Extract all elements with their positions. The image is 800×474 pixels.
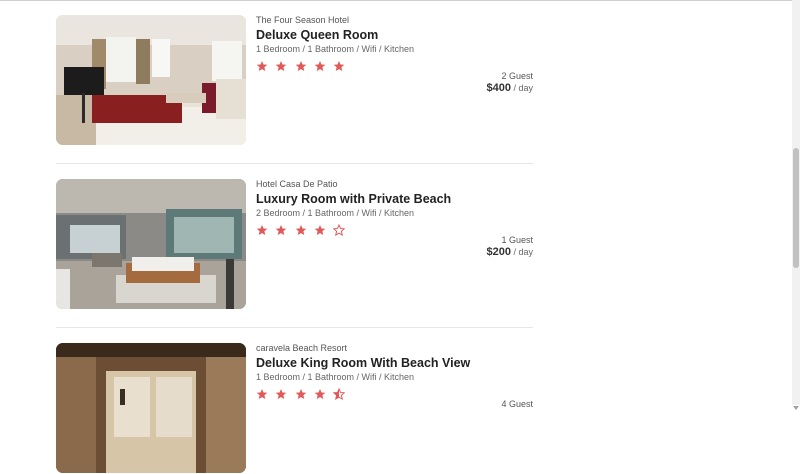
star-icon bbox=[275, 60, 287, 72]
listing-card[interactable]: caravela Beach Resort Deluxe King Room W… bbox=[56, 343, 533, 474]
vertical-scrollbar[interactable] bbox=[792, 0, 800, 410]
star-icon bbox=[314, 60, 326, 72]
star-icon bbox=[333, 60, 345, 72]
room-amenities: 1 Bedroom / 1 Bathroom / Wifi / Kitchen bbox=[256, 44, 415, 54]
star-icon bbox=[314, 224, 326, 236]
star-icon bbox=[275, 388, 287, 400]
price-unit: / day bbox=[513, 83, 533, 93]
hotel-name: The Four Season Hotel bbox=[256, 15, 350, 25]
room-amenities: 2 Bedroom / 1 Bathroom / Wifi / Kitchen bbox=[256, 208, 415, 218]
listing-card[interactable]: The Four Season Hotel Deluxe Queen Room … bbox=[56, 15, 533, 146]
room-photo[interactable] bbox=[56, 15, 246, 145]
listing-divider bbox=[56, 163, 533, 164]
room-title[interactable]: Deluxe King Room With Beach View bbox=[256, 356, 533, 371]
room-amenities: 1 Bedroom / 1 Bathroom / Wifi / Kitchen bbox=[256, 372, 415, 382]
scrollbar-thumb[interactable] bbox=[793, 148, 799, 268]
star-outline-icon bbox=[333, 224, 346, 236]
hotel-name: Hotel Casa De Patio bbox=[256, 179, 338, 189]
star-icon bbox=[295, 388, 307, 400]
room-photo[interactable] bbox=[56, 343, 246, 473]
star-icon bbox=[256, 60, 268, 72]
scroll-down-arrow-icon[interactable] bbox=[793, 398, 799, 410]
listing-divider bbox=[56, 327, 533, 328]
price-per-day: $400 / day bbox=[486, 82, 533, 94]
star-icon bbox=[256, 224, 268, 236]
star-icon bbox=[256, 388, 268, 400]
top-border bbox=[0, 0, 792, 1]
room-photo[interactable] bbox=[56, 179, 246, 309]
rating-stars bbox=[256, 224, 533, 236]
rating-stars bbox=[256, 60, 533, 72]
star-icon bbox=[314, 388, 326, 400]
star-half-icon bbox=[333, 388, 346, 400]
room-title[interactable]: Deluxe Queen Room bbox=[256, 28, 533, 43]
guest-count: 1 Guest bbox=[501, 235, 533, 245]
price-per-day: $200 / day bbox=[486, 246, 533, 258]
guest-count: 2 Guest bbox=[501, 71, 533, 81]
guest-count: 4 Guest bbox=[501, 399, 533, 409]
hotel-name: caravela Beach Resort bbox=[256, 343, 348, 353]
star-icon bbox=[295, 60, 307, 72]
price-unit: / day bbox=[513, 247, 533, 257]
star-icon bbox=[275, 224, 287, 236]
price-amount: $400 bbox=[486, 82, 511, 94]
listing-card[interactable]: Hotel Casa De Patio Luxury Room with Pri… bbox=[56, 179, 533, 310]
rating-stars bbox=[256, 388, 533, 400]
star-icon bbox=[295, 224, 307, 236]
room-title[interactable]: Luxury Room with Private Beach bbox=[256, 192, 533, 207]
price-amount: $200 bbox=[486, 246, 511, 258]
